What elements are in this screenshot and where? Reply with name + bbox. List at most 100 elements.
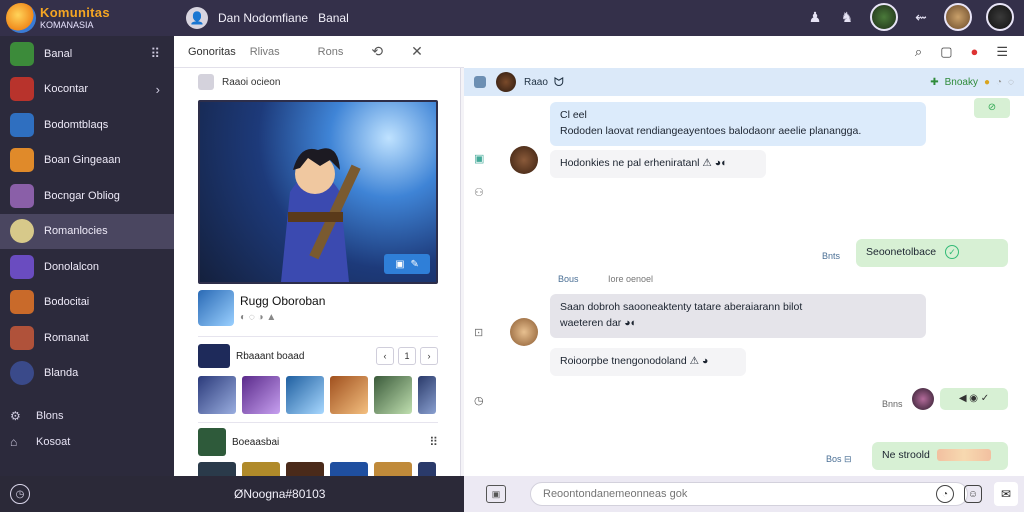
tab-3[interactable]: Rons <box>318 46 344 58</box>
avatar[interactable] <box>510 146 538 174</box>
game-info[interactable]: Rugg Oboroban ◐ ◌ ◑ ▲ <box>198 290 325 326</box>
info-icon[interactable]: ◌ <box>1008 77 1014 88</box>
emoji-icon[interactable]: ◔ <box>996 77 1002 88</box>
thumbnail[interactable] <box>418 376 436 414</box>
game-icon <box>10 219 34 244</box>
game-icon <box>10 361 34 386</box>
search-icon[interactable]: ⌕ <box>915 44 922 60</box>
image-icon <box>198 74 214 90</box>
sidebar-item-home[interactable]: ⌂ Kosoat <box>0 429 174 455</box>
game-icon <box>198 290 234 326</box>
send-button[interactable]: ✉ <box>994 482 1018 506</box>
message-bubble[interactable]: Roioorpbe tnengonodoland ⚠ ◕ <box>550 348 746 376</box>
video-icon: ▣ <box>395 258 405 270</box>
message-bubble[interactable]: Saan dobroh saooneaktenty tatare aberaia… <box>550 294 926 338</box>
sidebar: Banal ⠿ Kocontar › Bodomtblaqs Boan Ging… <box>0 36 174 476</box>
prev-button[interactable]: ‹ <box>376 347 394 365</box>
clock-icon[interactable]: ◷ <box>10 484 30 504</box>
hero-badge[interactable]: ▣ ✎ <box>384 254 430 274</box>
game-card: Raaoi ocieon ▣ ✎ Rugg Oboroban ◐ ◌ ◑ ▲ R… <box>174 68 461 476</box>
grid-icon[interactable]: ⠿ <box>150 46 160 62</box>
game-title: Rugg Oboroban <box>240 293 326 308</box>
message-bubble[interactable]: Cl eel Rododen laovat rendiangeayentoes … <box>550 102 926 146</box>
emoji-icon[interactable]: ◔ <box>936 485 954 503</box>
tab-1[interactable]: Gonoritas <box>188 46 236 58</box>
hero-image[interactable]: ▣ ✎ <box>198 100 438 284</box>
user-icon[interactable]: 👤 <box>186 7 208 29</box>
sidebar-item-banal[interactable]: Banal ⠿ <box>0 36 174 72</box>
avatar[interactable] <box>986 3 1014 31</box>
game-icon <box>198 428 226 456</box>
message-bubble[interactable]: Hodonkies ne pal erheniratanl ⚠ ◕◐ <box>550 150 766 178</box>
sticker-icon[interactable]: ☺ <box>964 485 982 503</box>
game-icon <box>198 344 230 368</box>
home-icon: ⌂ <box>10 435 18 449</box>
thumbnail[interactable] <box>242 462 280 476</box>
status-icons[interactable]: ◀ ◉ ✓ <box>940 388 1008 410</box>
sidebar-item-3[interactable]: Bodomtblaqs <box>0 107 174 143</box>
message-note: Iore oenoel <box>608 274 654 284</box>
reaction-badge[interactable]: ⊘ <box>974 98 1010 118</box>
game-icon[interactable]: ♞ <box>838 9 856 26</box>
thumbnail[interactable] <box>198 462 236 476</box>
window-icon[interactable]: ▢ <box>940 44 952 60</box>
close-icon[interactable]: ✕ <box>411 43 423 60</box>
thumbnail[interactable] <box>242 376 280 414</box>
thumbnail[interactable] <box>374 462 412 476</box>
edit-icon: ✎ <box>410 258 419 270</box>
people-icon[interactable]: ⚇ <box>474 186 488 200</box>
sidebar-item-8[interactable]: Bodocitai <box>0 285 174 321</box>
thumbnail-row <box>198 462 436 476</box>
avatar[interactable] <box>870 3 898 31</box>
notification-icon[interactable]: ♟ <box>806 9 824 26</box>
sidebar-item-9[interactable]: Romanat <box>0 320 174 356</box>
group-icon[interactable]: ᗢ <box>554 75 564 90</box>
thumbnail[interactable] <box>418 462 436 476</box>
chat-messages: Cl eel Rododen laovat rendiangeayentoes … <box>464 96 1024 476</box>
share-icon[interactable]: ⇜ <box>912 9 930 26</box>
tab-2[interactable]: Rlivas <box>250 46 280 58</box>
message-input[interactable] <box>530 482 968 506</box>
game-icon <box>10 290 34 315</box>
game-icon <box>10 148 34 173</box>
message-time: Bnts <box>822 251 841 261</box>
message-time: Bnns <box>882 399 903 409</box>
status-badge: Bnoaky <box>944 76 978 88</box>
sidebar-item-5[interactable]: Bocngar Obliog <box>0 178 174 214</box>
menu-icon[interactable]: ☰ <box>996 44 1008 60</box>
thumbnail[interactable] <box>330 376 368 414</box>
check-icon: ✓ <box>944 245 959 259</box>
avatar[interactable] <box>944 3 972 31</box>
middle-panel: Raaoi ocieon ▣ ✎ Rugg Oboroban ◐ ◌ ◑ ▲ R… <box>174 68 464 476</box>
sidebar-item-6[interactable]: Romanlocies <box>0 213 174 249</box>
image-icon[interactable]: ▣ <box>474 152 488 166</box>
page-title: Dan Nodomfiane <box>218 11 309 25</box>
message-bubble[interactable]: Ne stroold <box>872 442 1008 470</box>
message-bubble[interactable]: Seoonetolbace ✓ <box>856 239 1008 267</box>
next-button[interactable]: › <box>420 347 438 365</box>
thumbnail[interactable] <box>286 376 324 414</box>
middle-header: Gonoritas Rlivas Rons ⟲ ✕ <box>174 36 464 68</box>
avatar[interactable] <box>496 72 516 92</box>
thumbnail[interactable] <box>330 462 368 476</box>
page-button[interactable]: 1 <box>398 347 416 365</box>
brand[interactable]: Komunitas KOMANASIA <box>0 0 174 36</box>
chevron-right-icon[interactable]: › <box>156 82 160 97</box>
reply-icon[interactable]: ⊡ <box>474 326 488 340</box>
record-icon[interactable]: ● <box>970 44 978 60</box>
thumbnail[interactable] <box>198 376 236 414</box>
clock-icon[interactable]: ◷ <box>474 394 488 408</box>
link-icon[interactable]: ⟲ <box>371 43 383 60</box>
attach-icon[interactable]: ▣ <box>486 485 506 503</box>
sidebar-item-4[interactable]: Boan Gingeaan <box>0 143 174 179</box>
avatar[interactable] <box>510 318 538 346</box>
thumbnail[interactable] <box>286 462 324 476</box>
sidebar-item-7[interactable]: Donolalcon <box>0 249 174 285</box>
brand-title: Komunitas <box>40 5 110 20</box>
sidebar-item-10[interactable]: Blanda <box>0 356 174 392</box>
sidebar-item-settings[interactable]: ⚙ Blons <box>0 403 174 429</box>
grid-icon[interactable]: ⠿ <box>429 435 438 449</box>
sidebar-item-kocontar[interactable]: Kocontar › <box>0 72 174 108</box>
thumbnail[interactable] <box>374 376 412 414</box>
avatar[interactable] <box>912 388 934 410</box>
